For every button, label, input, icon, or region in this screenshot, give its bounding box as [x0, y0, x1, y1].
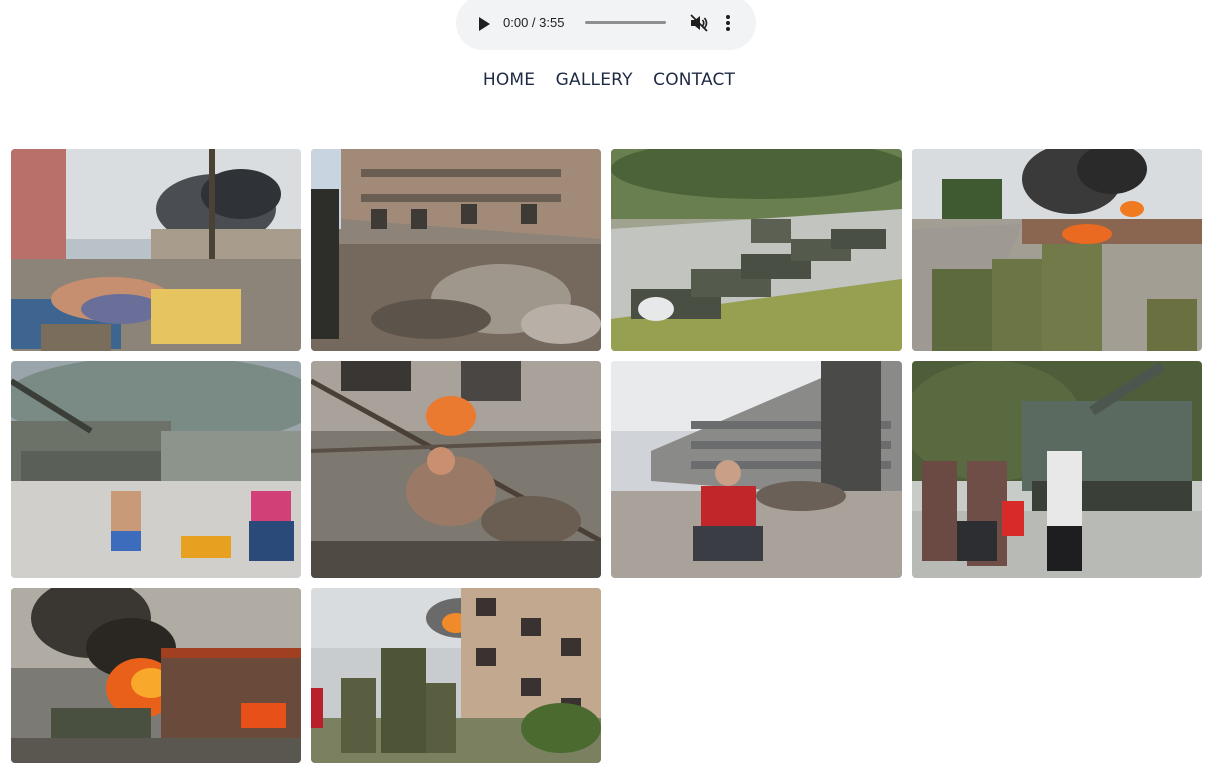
main-nav: HOME GALLERY CONTACT — [0, 68, 1218, 92]
gallery-photo-wounded-men[interactable] — [11, 149, 301, 351]
gallery-photo-injured-woman[interactable] — [311, 361, 601, 578]
gallery-photo-children-tanks[interactable] — [11, 361, 301, 578]
more-vert-icon[interactable] — [724, 13, 732, 33]
nav-contact-link[interactable]: CONTACT — [653, 68, 735, 92]
gallery-photo-soldiers-building[interactable] — [311, 588, 601, 763]
gallery-photo-women-tank[interactable] — [912, 361, 1202, 578]
gallery-photo-burning-tank[interactable] — [11, 588, 301, 763]
gallery-photo-destroyed-building[interactable] — [311, 149, 601, 351]
gallery-photo-tank-column[interactable] — [611, 149, 902, 351]
play-icon[interactable] — [476, 15, 492, 33]
nav-home-link[interactable]: HOME — [483, 68, 535, 92]
nav-gallery-link[interactable]: GALLERY — [556, 68, 633, 92]
gallery-photo-man-crouching[interactable] — [611, 361, 902, 578]
gallery-photo-soldiers-smoke[interactable] — [912, 149, 1202, 351]
audio-player[interactable]: 0:00 / 3:55 — [456, 0, 756, 50]
progress-slider[interactable] — [585, 21, 666, 24]
muted-speaker-icon[interactable] — [689, 14, 709, 32]
time-display: 0:00 / 3:55 — [503, 15, 565, 30]
